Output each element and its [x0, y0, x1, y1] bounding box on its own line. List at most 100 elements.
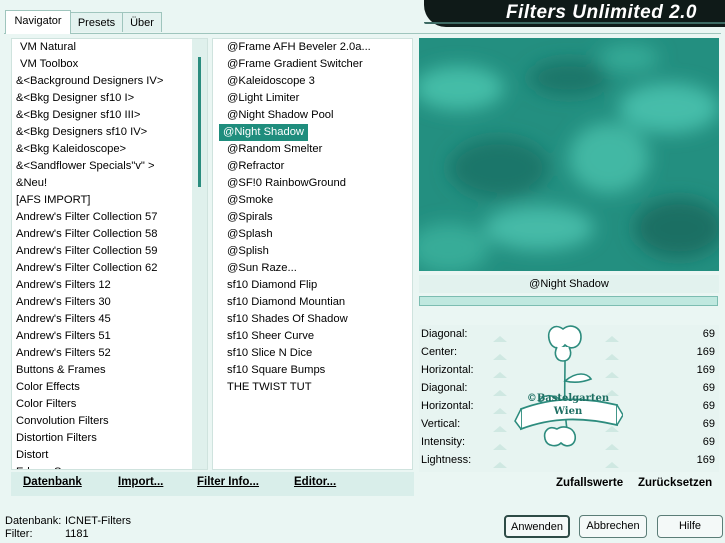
banner-title: Filters Unlimited 2.0	[505, 2, 697, 23]
category-item[interactable]: Buttons & Frames	[12, 362, 207, 379]
category-item[interactable]: Color Effects	[12, 379, 207, 396]
category-item[interactable]: Andrew's Filters 30	[12, 294, 207, 311]
parameter-value: 169	[696, 364, 715, 376]
parameter-label: Horizontal:	[421, 364, 474, 376]
parameter-value: 69	[702, 382, 715, 394]
category-item[interactable]: Andrew's Filters 51	[12, 328, 207, 345]
filter-item[interactable]: @SF!0 RainbowGround	[219, 175, 346, 192]
filter-item[interactable]: @Splish	[219, 243, 269, 260]
category-item[interactable]: VM Natural	[12, 39, 207, 56]
parameter-value: 69	[702, 418, 715, 430]
category-item[interactable]: Andrew's Filters 12	[12, 277, 207, 294]
category-item[interactable]: Color Filters	[12, 396, 207, 413]
parameter-label: Vertical:	[421, 418, 461, 430]
filter-item[interactable]: sf10 Diamond Flip	[219, 277, 317, 294]
filter-item[interactable]: @Night Shadow Pool	[219, 107, 334, 124]
filter-count-label: Filter:	[5, 528, 33, 540]
filter-item[interactable]: sf10 Sheer Curve	[219, 328, 314, 345]
category-item[interactable]: VM Toolbox	[12, 56, 207, 73]
category-item[interactable]: Convolution Filters	[12, 413, 207, 430]
category-item[interactable]: Edges, Square	[12, 464, 207, 469]
category-item[interactable]: &<Sandflower Specials"v" >	[12, 158, 207, 175]
filter-count-value: 1181	[65, 528, 89, 540]
filter-preview	[419, 38, 719, 271]
slider-marker-icon	[493, 354, 507, 360]
parameter-label: Lightness:	[421, 454, 472, 466]
parameter-label: Intensity:	[421, 436, 466, 448]
preview-progress-bar	[419, 296, 718, 306]
filter-item[interactable]: @Kaleidoscope 3	[219, 73, 315, 90]
category-item[interactable]: Distortion Filters	[12, 430, 207, 447]
filter-item[interactable]: THE TWIST TUT	[219, 379, 312, 396]
filter-item[interactable]: @Splash	[219, 226, 273, 243]
apply-button[interactable]: Anwenden	[504, 515, 570, 538]
category-item[interactable]: &<Background Designers IV>	[12, 73, 207, 90]
slider-marker-icon	[493, 408, 507, 414]
category-item[interactable]: &Neu!	[12, 175, 207, 192]
filter-item[interactable]: sf10 Diamond Mountian	[219, 294, 345, 311]
category-scroll-thumb[interactable]	[198, 57, 201, 187]
filter-item[interactable]: sf10 Slice N Dice	[219, 345, 312, 362]
tab-uber[interactable]: Über	[122, 12, 162, 32]
watermark-text: ©Bastelgarten Wien	[523, 392, 613, 418]
database-link[interactable]: Datenbank	[23, 476, 82, 488]
randomize-button[interactable]: Zufallswerte	[556, 477, 623, 489]
import-link[interactable]: Import...	[118, 476, 163, 488]
category-item[interactable]: Andrew's Filter Collection 59	[12, 243, 207, 260]
category-item[interactable]: Distort	[12, 447, 207, 464]
filter-item[interactable]: @Spirals	[219, 209, 273, 226]
filter-item-selected[interactable]: @Night Shadow	[219, 124, 309, 141]
category-item[interactable]: &<Bkg Designers sf10 IV>	[12, 124, 207, 141]
filter-item[interactable]: @Frame AFH Beveler 2.0a...	[219, 39, 371, 56]
watermark-line-1: ©Bastelgarten	[526, 393, 610, 404]
category-item[interactable]: Andrew's Filter Collection 62	[12, 260, 207, 277]
parameter-label: Horizontal:	[421, 400, 474, 412]
editor-link[interactable]: Editor...	[294, 476, 336, 488]
database-value: ICNET-Filters	[65, 515, 131, 527]
parameter-value: 169	[696, 454, 715, 466]
watermark-line-2: Wien	[553, 406, 583, 417]
tab-navigator[interactable]: Navigator	[5, 10, 71, 34]
parameter-label: Center:	[421, 346, 458, 358]
title-banner: Filters Unlimited 2.0	[424, 0, 725, 27]
slider-marker-icon	[493, 336, 507, 342]
slider-marker-icon	[493, 426, 507, 432]
reset-button[interactable]: Zurücksetzen	[638, 477, 712, 489]
category-item[interactable]: Andrew's Filters 52	[12, 345, 207, 362]
help-button[interactable]: Hilfe	[657, 515, 723, 538]
filter-item[interactable]: @Random Smelter	[219, 141, 322, 158]
database-label: Datenbank:	[5, 515, 62, 527]
filter-list[interactable]: @Frame AFH Beveler 2.0a... @Frame Gradien…	[212, 38, 413, 470]
filter-item[interactable]: @Light Limiter	[219, 90, 299, 107]
filter-info-link[interactable]: Filter Info...	[197, 476, 259, 488]
category-item[interactable]: Andrew's Filter Collection 57	[12, 209, 207, 226]
slider-marker-icon	[493, 462, 507, 468]
tab-presets[interactable]: Presets	[70, 12, 123, 32]
category-item[interactable]: [AFS IMPORT]	[12, 192, 207, 209]
preview-filter-name: @Night Shadow	[419, 275, 719, 293]
filter-item[interactable]: sf10 Square Bumps	[219, 362, 325, 379]
filter-item[interactable]: @Sun Raze...	[219, 260, 297, 277]
parameter-label: Diagonal:	[421, 328, 468, 340]
category-item[interactable]: &<Bkg Designer sf10 I>	[12, 90, 207, 107]
list-button-bar: Datenbank Import... Filter Info... Edito…	[11, 472, 414, 496]
parameter-value: 69	[702, 328, 715, 340]
slider-marker-icon	[493, 372, 507, 378]
filter-item[interactable]: @Refractor	[219, 158, 284, 175]
category-item[interactable]: &<Bkg Designer sf10 III>	[12, 107, 207, 124]
category-item[interactable]: &<Bkg Kaleidoscope>	[12, 141, 207, 158]
category-list[interactable]: VM Natural VM Toolbox &<Background Designe…	[11, 38, 208, 470]
tab-divider	[4, 33, 721, 34]
filter-item[interactable]: @Smoke	[219, 192, 273, 209]
cancel-button[interactable]: Abbrechen	[579, 515, 647, 538]
parameter-label: Diagonal:	[421, 382, 468, 394]
filter-item[interactable]: @Frame Gradient Switcher	[219, 56, 363, 73]
category-item[interactable]: Andrew's Filters 45	[12, 311, 207, 328]
preview-image	[419, 38, 719, 271]
parameter-panel: Diagonal: 69 Center: 169 Horizontal: 169 Diago…	[419, 325, 719, 472]
category-item[interactable]: Andrew's Filter Collection 58	[12, 226, 207, 243]
slider-marker-icon	[493, 444, 507, 450]
parameter-value: 169	[696, 346, 715, 358]
slider-marker-icon	[493, 390, 507, 396]
filter-item[interactable]: sf10 Shades Of Shadow	[219, 311, 348, 328]
